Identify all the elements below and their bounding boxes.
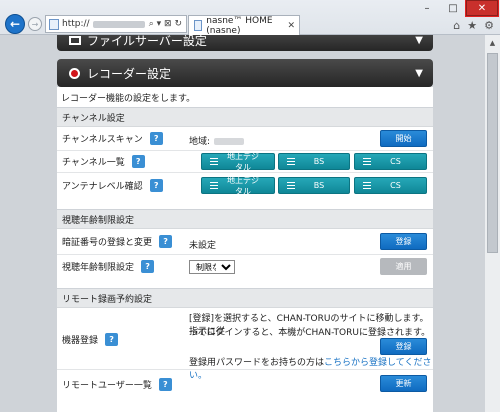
help-icon[interactable]: ?: [131, 155, 145, 168]
recorder-panel-header[interactable]: レコーダー設定 ▼: [57, 59, 433, 87]
address-bar[interactable]: http:// ⌕ ▾ ⊠ ↻: [45, 15, 187, 33]
region-value-redacted: [214, 138, 245, 145]
arrow-left-icon: ←: [9, 17, 21, 31]
pin-register-button[interactable]: 登録: [380, 233, 427, 250]
channel-list-label: チャンネル一覧 ?: [62, 155, 145, 168]
channel-scan-start-button[interactable]: 開始: [380, 130, 427, 147]
list-icon: [210, 182, 218, 189]
button-label: BS: [313, 181, 325, 190]
monitor-icon: [69, 35, 81, 45]
url-redacted: [92, 20, 145, 28]
channel-list-row: チャンネル一覧 ? 地上デジタル BS CS: [57, 151, 433, 173]
help-icon[interactable]: ?: [105, 333, 119, 346]
pin-status: 未設定: [189, 241, 217, 251]
remote-users-text: リモートユーザー一覧: [62, 381, 152, 391]
browser-chrome: – □ ✕ ← → http:// ⌕ ▾ ⊠ ↻ nasne™ HOME (n…: [0, 0, 500, 36]
age-restriction-heading: 視聴年齢制限設定: [57, 209, 433, 229]
list-icon: [363, 158, 371, 165]
minimize-button[interactable]: –: [414, 0, 440, 16]
age-limit-label: 視聴年齢制限設定 ?: [62, 260, 155, 273]
button-label: CS: [390, 157, 401, 166]
file-server-panel-header[interactable]: ファイルサーバー設定 ▼: [57, 35, 433, 51]
star-icon[interactable]: ★: [467, 19, 477, 32]
help-icon[interactable]: ?: [159, 235, 173, 248]
recorder-description: レコーダー機能の設定をします。: [61, 94, 196, 104]
remote-users-update-button[interactable]: 更新: [380, 375, 427, 392]
page-icon: [49, 18, 59, 30]
channel-scan-text: チャンネルスキャン: [62, 135, 143, 145]
button-label: BS: [313, 157, 325, 166]
arrow-right-icon: →: [31, 19, 39, 29]
device-register-text: 機器登録: [62, 336, 99, 346]
antenna-level-text: アンテナレベル確認: [62, 182, 143, 192]
back-button[interactable]: ←: [5, 14, 25, 34]
device-instructions-2: ってログインすると、本機がCHAN-TORUに登録されます。: [189, 328, 431, 338]
button-label: 地上デジタル: [227, 151, 259, 172]
forward-button[interactable]: →: [28, 17, 42, 31]
device-register-row: 機器登録 ? [登録]を選択すると、CHAN-TORUのサイトに移動します。指示…: [57, 308, 433, 381]
region-label: 地域:: [189, 137, 211, 147]
pin-label: 暗証番号の登録と変更 ?: [62, 235, 173, 248]
window-controls: – □ ✕: [414, 0, 499, 17]
list-icon: [287, 158, 295, 165]
age-limit-row: 視聴年齢制限設定 ? 制限なし 適用: [57, 255, 433, 277]
file-server-title: ファイルサーバー設定: [87, 35, 207, 48]
age-limit-select[interactable]: 制限なし: [189, 260, 235, 274]
pin-row: 暗証番号の登録と変更 ? 未設定 登録: [57, 229, 433, 255]
address-controls[interactable]: ⌕ ▾ ⊠ ↻: [149, 19, 186, 29]
antenna-level-label: アンテナレベル確認 ?: [62, 179, 163, 192]
device-register-label: 機器登録 ?: [62, 333, 119, 346]
scroll-thumb[interactable]: [487, 53, 498, 253]
age-limit-text: 視聴年齢制限設定: [62, 263, 135, 273]
antenna-bs-button[interactable]: BS: [278, 177, 350, 194]
toolbar-icons: ⌂ ★ ⚙: [453, 19, 494, 32]
antenna-level-row: アンテナレベル確認 ? 地上デジタル BS CS: [57, 173, 433, 197]
chevron-down-icon: ▼: [415, 35, 423, 46]
recorder-settings-body: レコーダー機能の設定をします。 チャンネル設定 チャンネルスキャン ? 地域: …: [57, 87, 433, 412]
list-icon: [210, 158, 218, 165]
channel-list-terrestrial-button[interactable]: 地上デジタル: [201, 151, 275, 172]
remote-users-label: リモートユーザー一覧 ?: [62, 378, 172, 391]
list-icon: [363, 182, 371, 189]
page-icon: [194, 20, 203, 31]
recorder-title: レコーダー設定: [87, 66, 172, 81]
channel-list-bs-button[interactable]: BS: [278, 153, 350, 170]
close-button[interactable]: ✕: [465, 0, 499, 17]
button-label: CS: [390, 181, 401, 190]
url-prefix: http://: [62, 19, 90, 29]
record-icon: [69, 67, 80, 79]
tab-title: nasne™ HOME (nasne): [206, 15, 273, 36]
channel-list-text: チャンネル一覧: [62, 158, 125, 168]
help-icon[interactable]: ?: [141, 260, 155, 273]
gear-icon[interactable]: ⚙: [484, 19, 494, 32]
maximize-button[interactable]: □: [440, 0, 466, 16]
password-note-text: 登録用パスワードをお持ちの方は: [189, 358, 325, 368]
home-icon[interactable]: ⌂: [453, 19, 460, 32]
browser-tab[interactable]: nasne™ HOME (nasne) ✕: [188, 15, 300, 36]
help-icon[interactable]: ?: [158, 378, 172, 391]
pin-text: 暗証番号の登録と変更: [62, 238, 153, 248]
help-icon[interactable]: ?: [149, 132, 163, 145]
channel-list-cs-button[interactable]: CS: [354, 153, 427, 170]
scroll-up-icon[interactable]: ▲: [485, 35, 500, 51]
region-field: 地域:: [189, 134, 245, 147]
antenna-terrestrial-button[interactable]: 地上デジタル: [201, 175, 275, 196]
channel-scan-label: チャンネルスキャン ?: [62, 132, 163, 145]
chevron-down-icon: ▼: [415, 67, 423, 79]
channel-settings-heading: チャンネル設定: [57, 107, 433, 127]
help-icon[interactable]: ?: [149, 179, 163, 192]
button-label: 地上デジタル: [227, 175, 259, 196]
antenna-cs-button[interactable]: CS: [354, 177, 427, 194]
page-content: ファイルサーバー設定 ▼ レコーダー設定 ▼ レコーダー機能の設定をします。 チ…: [0, 35, 484, 412]
list-icon: [287, 182, 295, 189]
vertical-scrollbar[interactable]: ▲: [484, 35, 500, 412]
channel-scan-row: チャンネルスキャン ? 地域: 開始: [57, 127, 433, 151]
age-limit-apply-button[interactable]: 適用: [380, 258, 427, 275]
remote-users-row: リモートユーザー一覧 ? 更新: [57, 370, 433, 396]
device-register-button[interactable]: 登録: [380, 338, 427, 355]
remote-recording-heading: リモート録画予約設定: [57, 288, 433, 308]
tab-close-icon[interactable]: ✕: [287, 21, 295, 31]
